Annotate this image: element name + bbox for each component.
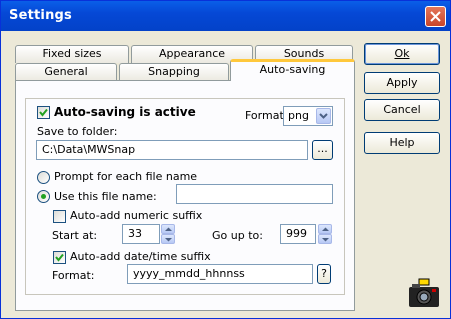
help-button-label: Help bbox=[389, 136, 415, 149]
camera-icon bbox=[409, 278, 439, 307]
datetime-suffix-label: Auto-add date/time suffix bbox=[70, 250, 211, 263]
prompt-each-file-label: Prompt for each file name bbox=[54, 170, 198, 183]
chevron-down-icon bbox=[322, 238, 329, 242]
chevron-down-icon bbox=[165, 238, 172, 242]
ok-button[interactable]: Ok bbox=[364, 43, 440, 65]
close-button[interactable] bbox=[425, 6, 446, 27]
checkmark-icon bbox=[55, 253, 64, 262]
checkmark-icon bbox=[39, 108, 48, 117]
tab-snapping[interactable]: Snapping bbox=[119, 63, 229, 81]
tab-general[interactable]: General bbox=[15, 63, 117, 81]
apply-button[interactable]: Apply bbox=[364, 72, 440, 94]
spin-up-button[interactable] bbox=[161, 224, 175, 234]
numeric-suffix-label: Auto-add numeric suffix bbox=[70, 209, 203, 222]
save-to-folder-label: Save to folder: bbox=[37, 125, 118, 138]
settings-window: Settings Fixed sizes Appearance Sounds G… bbox=[0, 0, 451, 319]
auto-saving-active-label: Auto-saving is active bbox=[54, 105, 196, 119]
spin-up-button[interactable] bbox=[318, 224, 332, 234]
datetime-format-label: Format: bbox=[52, 269, 95, 282]
numeric-suffix-checkbox[interactable] bbox=[53, 210, 66, 223]
tab-fixed-sizes[interactable]: Fixed sizes bbox=[15, 45, 129, 63]
tab-auto-saving[interactable]: Auto-saving bbox=[230, 59, 355, 81]
format-label: Format: bbox=[245, 109, 288, 122]
chevron-up-icon bbox=[322, 227, 329, 231]
start-at-spinner[interactable] bbox=[161, 224, 175, 244]
chevron-up-icon bbox=[165, 227, 172, 231]
go-up-to-label: Go up to: bbox=[212, 229, 263, 242]
format-select-value: png bbox=[288, 109, 309, 122]
start-at-input[interactable]: 33 bbox=[122, 224, 160, 244]
title-bar[interactable]: Settings bbox=[1, 1, 450, 31]
spin-down-button[interactable] bbox=[161, 234, 175, 244]
close-icon bbox=[430, 11, 441, 22]
format-dropdown-button[interactable] bbox=[316, 108, 331, 124]
chevron-down-icon bbox=[319, 113, 328, 119]
format-select[interactable]: png bbox=[283, 106, 333, 126]
apply-button-label: Apply bbox=[386, 76, 418, 89]
datetime-suffix-checkbox[interactable] bbox=[53, 251, 66, 264]
auto-saving-active-checkbox[interactable] bbox=[37, 106, 50, 119]
spin-down-button[interactable] bbox=[318, 234, 332, 244]
ok-button-label: Ok bbox=[394, 47, 410, 60]
use-file-name-label: Use this file name: bbox=[54, 190, 157, 203]
browse-button[interactable]: ... bbox=[312, 140, 333, 160]
start-at-label: Start at: bbox=[52, 229, 98, 242]
go-up-to-input[interactable]: 999 bbox=[280, 224, 316, 244]
datetime-help-button[interactable]: ? bbox=[317, 264, 331, 284]
file-name-input[interactable] bbox=[176, 184, 333, 204]
window-title: Settings bbox=[9, 8, 72, 23]
cancel-button[interactable]: Cancel bbox=[364, 99, 440, 121]
folder-input[interactable]: C:\Data\MWSnap bbox=[36, 140, 308, 160]
datetime-format-input[interactable]: yyyy_mmdd_hhnnss bbox=[127, 264, 313, 284]
use-file-name-radio[interactable] bbox=[37, 190, 50, 203]
prompt-each-file-radio[interactable] bbox=[37, 171, 50, 184]
go-up-to-spinner[interactable] bbox=[318, 224, 332, 244]
cancel-button-label: Cancel bbox=[383, 103, 421, 116]
help-button[interactable]: Help bbox=[364, 132, 440, 154]
